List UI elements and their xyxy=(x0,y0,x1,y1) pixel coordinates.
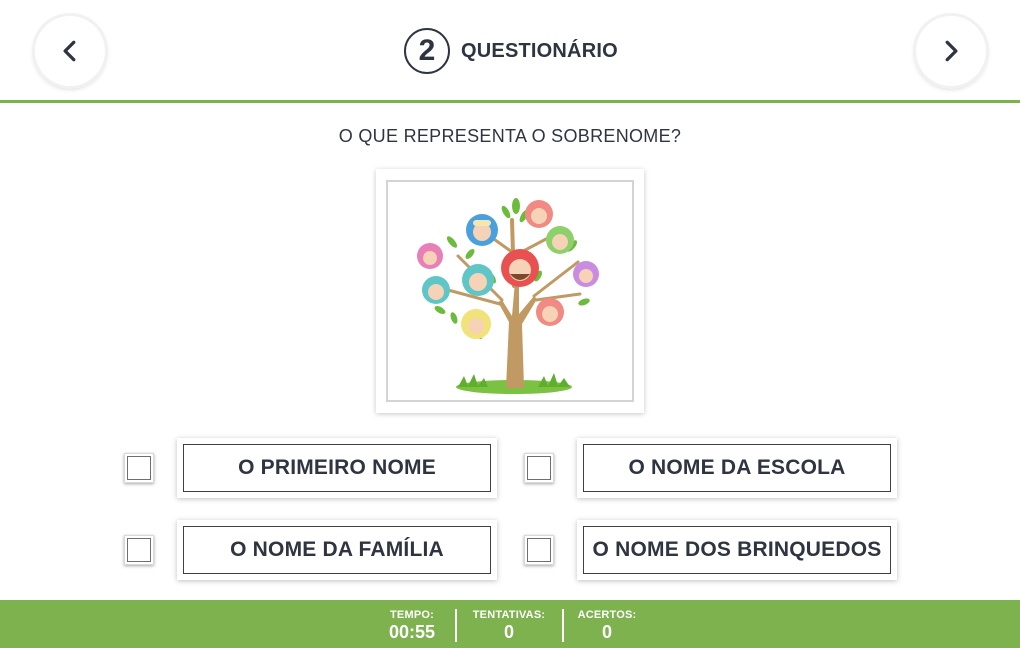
hits-value: 0 xyxy=(601,622,612,642)
time-stat: TEMPO: 00:55 xyxy=(372,608,452,642)
option-2-label: O NOME DA ESCOLA xyxy=(583,444,891,492)
footer-status-bar: TEMPO: 00:55 TENTATIVAS: 0 ACERTOS: 0 xyxy=(0,600,1020,648)
time-value: 00:55 xyxy=(388,622,436,642)
option-3-label: O NOME DA FAMÍLIA xyxy=(183,526,491,574)
next-button[interactable] xyxy=(916,16,986,86)
option-3-button[interactable]: O NOME DA FAMÍLIA xyxy=(177,520,497,580)
option-1-label: O PRIMEIRO NOME xyxy=(183,444,491,492)
page-title: QUESTIONÁRIO xyxy=(461,39,618,62)
option-2-checkbox[interactable] xyxy=(524,453,554,483)
page-title-group: 2 QUESTIONÁRIO xyxy=(404,28,618,74)
family-tree-illustration xyxy=(417,198,599,394)
step-number-badge: 2 xyxy=(404,28,450,74)
chevron-left-icon xyxy=(63,40,76,62)
hits-stat: ACERTOS: 0 xyxy=(572,608,642,642)
attempts-value: 0 xyxy=(503,622,514,642)
option-3-checkbox[interactable] xyxy=(124,535,154,565)
question-image-card xyxy=(376,169,644,413)
footer-divider xyxy=(562,609,564,642)
question-text: O QUE REPRESENTA O SOBRENOME? xyxy=(338,126,682,146)
header-divider xyxy=(0,100,1020,103)
question-image-frame xyxy=(386,180,634,402)
previous-button[interactable] xyxy=(35,16,105,86)
attempts-stat: TENTATIVAS: 0 xyxy=(466,608,552,642)
time-label: TEMPO: xyxy=(390,609,434,621)
attempts-label: TENTATIVAS: xyxy=(472,609,546,621)
option-1-checkbox[interactable] xyxy=(124,453,154,483)
hits-label: ACERTOS: xyxy=(577,609,637,621)
option-4-label: O NOME DOS BRINQUEDOS xyxy=(583,526,891,574)
option-4-button[interactable]: O NOME DOS BRINQUEDOS xyxy=(577,520,897,580)
option-1-button[interactable]: O PRIMEIRO NOME xyxy=(177,438,497,498)
option-4-checkbox[interactable] xyxy=(524,535,554,565)
chevron-right-icon xyxy=(945,40,958,62)
header-bar: 2 QUESTIONÁRIO xyxy=(0,0,1020,100)
option-2-button[interactable]: O NOME DA ESCOLA xyxy=(577,438,897,498)
footer-divider xyxy=(455,609,457,642)
